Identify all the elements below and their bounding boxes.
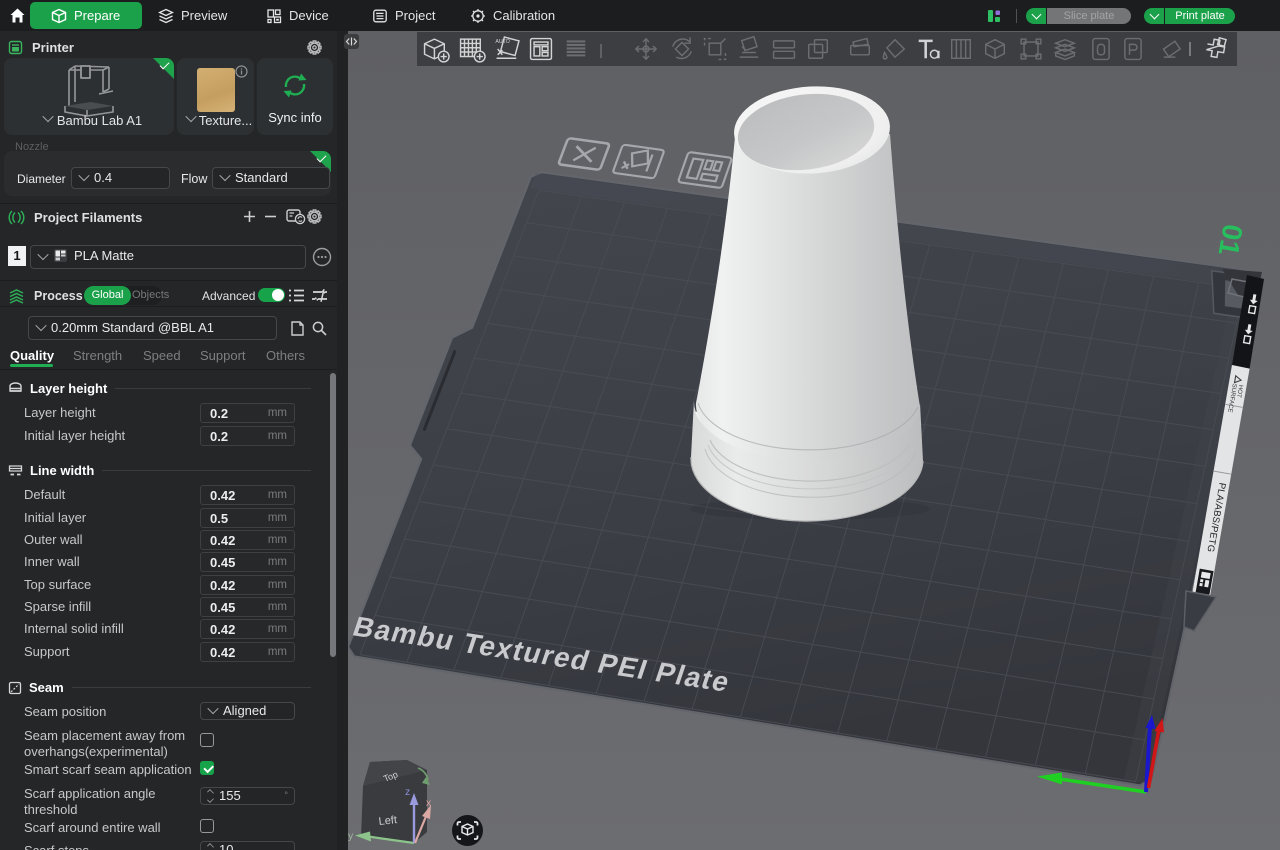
svg-text:x: x xyxy=(426,797,432,809)
svg-text:Left: Left xyxy=(378,814,398,828)
svg-text:AUTO: AUTO xyxy=(495,39,509,45)
svg-text:z: z xyxy=(405,786,410,798)
svg-text:y: y xyxy=(348,830,354,842)
svg-text:01: 01 xyxy=(1213,222,1249,258)
